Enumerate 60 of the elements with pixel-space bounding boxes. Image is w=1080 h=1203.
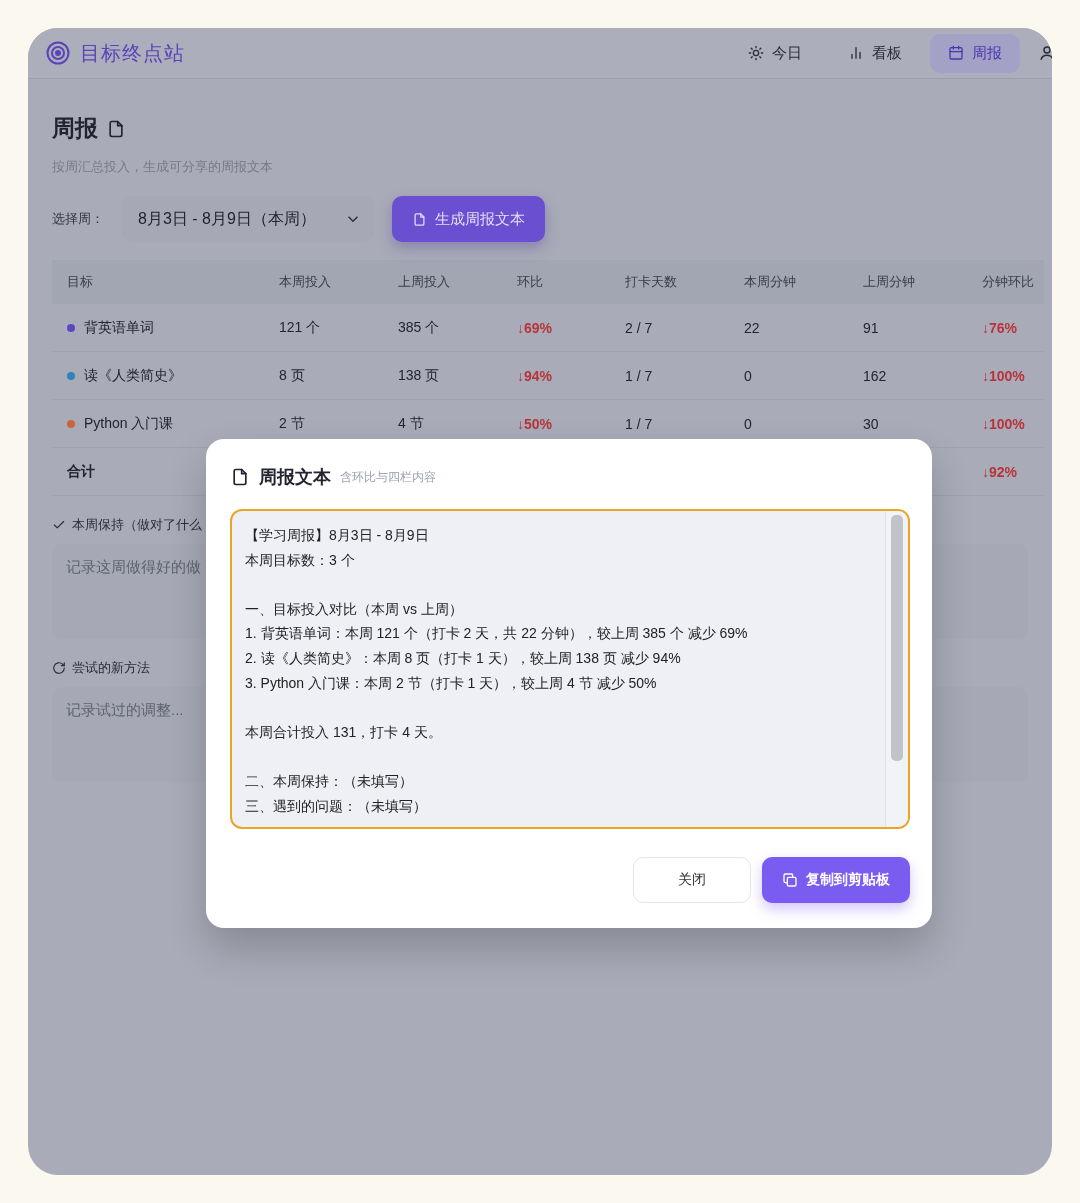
table-cell: ↓92%	[982, 463, 1018, 480]
table-cell: ↓94%	[517, 367, 553, 384]
table-cell: 读《人类简史》	[84, 366, 182, 385]
target-icon	[46, 41, 70, 65]
column-header: 目标	[67, 273, 93, 291]
column-header: 本周分钟	[744, 273, 796, 291]
dialog-title: 周报文本	[259, 466, 331, 489]
check-icon	[52, 518, 66, 532]
nav-tab[interactable]: 周报	[930, 33, 1020, 73]
table-cell: 4 节	[398, 414, 424, 433]
bar-chart-icon	[848, 45, 864, 61]
week-label: 选择周：	[52, 210, 104, 228]
page-title: 周报	[52, 114, 98, 143]
column-header: 上周投入	[398, 273, 450, 291]
column-header: 打卡天数	[625, 273, 677, 291]
table-cell: Python 入门课	[84, 414, 174, 433]
sun-icon	[748, 45, 764, 61]
table-cell: 8 页	[279, 366, 305, 385]
table-cell: 22	[744, 319, 760, 336]
column-header: 上周分钟	[863, 273, 915, 291]
dialog-subtitle: 含环比与四栏内容	[340, 468, 436, 486]
table-cell: 2 节	[279, 414, 305, 433]
table-cell: 30	[863, 415, 879, 432]
table-cell: 背英语单词	[84, 318, 154, 337]
copy-icon	[782, 872, 798, 888]
table-cell: 121 个	[279, 318, 321, 337]
document-icon	[411, 211, 427, 227]
table-cell: ↓100%	[982, 415, 1025, 432]
section-label: 本周保持（做对了什么	[72, 516, 202, 534]
refresh-icon	[52, 661, 66, 675]
scrollbar-thumb[interactable]	[891, 515, 903, 761]
document-icon	[106, 118, 126, 139]
generate-report-button[interactable]: 生成周报文本	[391, 196, 545, 242]
table-cell: 138 页	[398, 366, 440, 385]
app-name: 目标终点站	[80, 40, 185, 66]
table-cell: 1 / 7	[625, 415, 653, 432]
table-cell: 162	[863, 367, 887, 384]
report-text-field[interactable]: 【学习周报】8月3日 - 8月9日 本周目标数：3 个 一、目标投入对比（本周 vs 上周） 1. 背英语单词：本周 121 个（打卡 2 天，共 22 分钟），较上周 385 个 减少 69% 2. 读《人类简史》：本周 8 页（打卡 1 天），较上周 138 页 减少 94% 3. Python 入门课：本周 2 节（打卡 1 天），较上周 4 节 减少 50% 本周合计投入 131，打卡 4 天。 二、本周保持：（未填写） 三、遇到的问题：（未填写）	[230, 509, 910, 829]
user-icon[interactable]	[1038, 44, 1052, 62]
document-icon	[230, 467, 250, 487]
table-cell: 2 / 7	[625, 319, 653, 336]
column-header: 环比	[517, 273, 543, 291]
column-header: 本周投入	[279, 273, 331, 291]
table-cell: 91	[863, 319, 879, 336]
table-cell: 1 / 7	[625, 367, 653, 384]
table-cell: 0	[744, 415, 752, 432]
copy-button[interactable]: 复制到剪贴板	[762, 857, 910, 903]
table-cell: 0	[744, 367, 752, 384]
section-label: 尝试的新方法	[72, 659, 150, 677]
nav-tab[interactable]: 看板	[830, 33, 920, 73]
column-header: 分钟环比	[982, 273, 1034, 291]
table-cell: 385 个	[398, 318, 440, 337]
table-cell: 合计	[67, 462, 95, 481]
calendar-icon	[948, 45, 964, 61]
close-button[interactable]: 关闭	[633, 857, 751, 903]
table-cell: ↓69%	[517, 319, 553, 336]
table-cell: ↓50%	[517, 415, 553, 432]
table-cell: ↓100%	[982, 367, 1025, 384]
table-cell: ↓76%	[982, 319, 1018, 336]
nav-tab[interactable]: 今日	[730, 33, 820, 73]
